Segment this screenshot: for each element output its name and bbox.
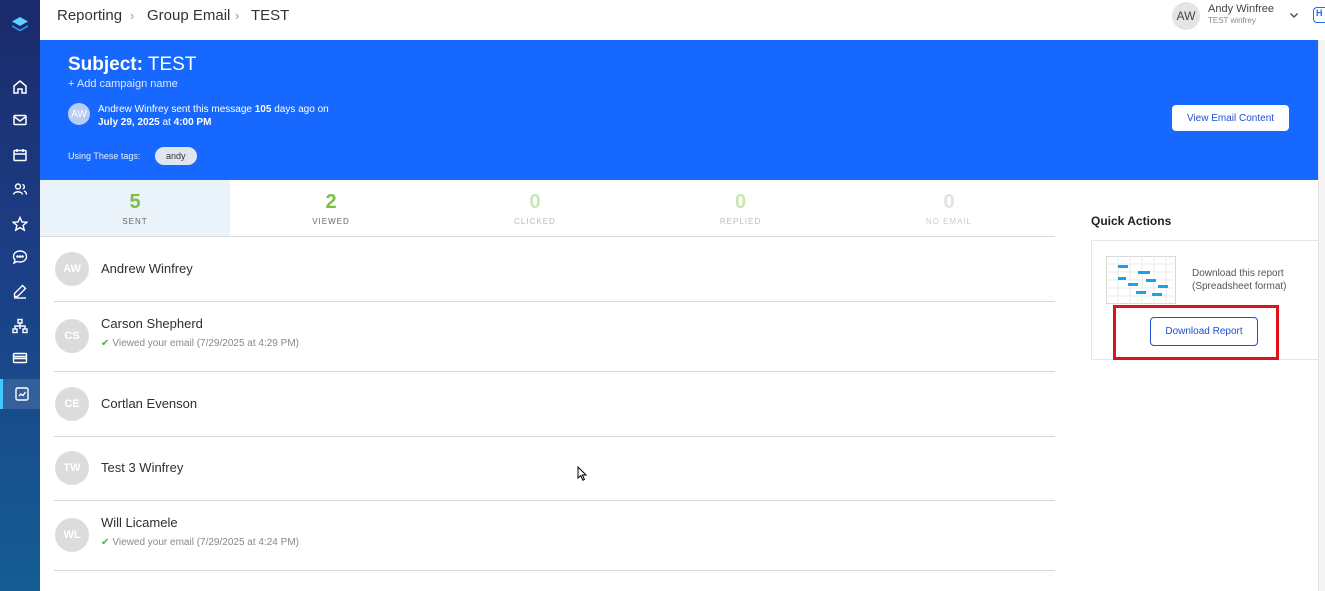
- calendar-icon[interactable]: [10, 145, 30, 165]
- sender-days: 105: [254, 104, 272, 115]
- stat-label: SENT: [122, 217, 148, 226]
- stat-label: VIEWED: [312, 217, 350, 226]
- subject-value: TEST: [147, 54, 197, 75]
- card-icon[interactable]: [10, 348, 30, 368]
- mouse-cursor-icon: [577, 465, 588, 487]
- tab-clicked[interactable]: 0 CLICKED: [432, 180, 638, 236]
- sender-avatar: AW: [68, 103, 90, 125]
- avatar: CS: [55, 319, 89, 353]
- recipient-name: Cortlan Evenson: [101, 396, 198, 411]
- tab-viewed[interactable]: 2 VIEWED: [230, 180, 432, 236]
- stat-value: 0: [734, 191, 747, 213]
- viewed-status: ✔ Viewed your email (7/29/2025 at 4:29 PM…: [101, 338, 299, 349]
- sender-text-post: days ago on: [271, 104, 329, 115]
- tag-pill[interactable]: andy: [155, 147, 197, 165]
- mail-icon[interactable]: [10, 110, 30, 130]
- chat-icon[interactable]: [10, 247, 30, 267]
- viewed-text: Viewed your email (7/29/2025 at 4:29 PM): [112, 338, 299, 349]
- highlight-box: [1113, 305, 1279, 360]
- chevron-down-icon[interactable]: [1288, 8, 1300, 26]
- stat-value: 5: [129, 191, 141, 213]
- recipient-name: Carson Shepherd: [101, 316, 203, 331]
- tags-label: Using These tags:: [68, 151, 141, 161]
- stats-tabs: 5 SENT 2 VIEWED 0 CLICKED 0 REPLIED 0 NO…: [40, 180, 1055, 237]
- recipient-name: Andrew Winfrey: [101, 261, 193, 276]
- sent-date: July 29, 2025: [98, 117, 160, 128]
- sitemap-icon[interactable]: [10, 316, 30, 336]
- sender-text: Andrew Winfrey sent this message: [98, 104, 255, 115]
- list-item[interactable]: CE Cortlan Evenson: [54, 372, 1055, 437]
- chevron-right-icon: ›: [235, 8, 240, 23]
- subject-label: Subject:: [68, 54, 143, 75]
- viewed-status: ✔ Viewed your email (7/29/2025 at 4:24 PM…: [101, 537, 299, 548]
- breadcrumb-reporting[interactable]: Reporting: [57, 7, 122, 24]
- download-description: Download this report (Spreadsheet format…: [1192, 267, 1287, 293]
- home-icon[interactable]: [10, 77, 30, 97]
- sent-time: 4:00 PM: [173, 117, 212, 128]
- recipient-name: Test 3 Winfrey: [101, 460, 184, 475]
- list-item[interactable]: WL Will Licamele ✔ Viewed your email (7/2…: [54, 501, 1055, 571]
- download-line1: Download this report: [1192, 268, 1284, 279]
- viewed-text: Viewed your email (7/29/2025 at 4:24 PM): [112, 537, 299, 548]
- subject-heading: Subject: TEST: [68, 54, 196, 76]
- scrollbar[interactable]: [1318, 40, 1325, 591]
- recipient-name: Will Licamele: [101, 515, 178, 530]
- view-email-content-button[interactable]: View Email Content: [1172, 105, 1289, 131]
- stat-value: 2: [325, 191, 337, 213]
- tab-replied[interactable]: 0 REPLIED: [638, 180, 843, 236]
- edit-icon[interactable]: [10, 281, 30, 301]
- reports-icon[interactable]: [0, 379, 40, 409]
- spreadsheet-icon: [1106, 256, 1176, 304]
- download-line2: (Spreadsheet format): [1192, 281, 1287, 292]
- user-avatar[interactable]: AW: [1172, 2, 1200, 30]
- stat-value: 0: [529, 191, 541, 213]
- check-icon: ✔: [101, 338, 110, 349]
- stat-label: CLICKED: [514, 217, 556, 226]
- chevron-right-icon: ›: [130, 8, 135, 23]
- sender-info: Andrew Winfrey sent this message 105 day…: [98, 104, 329, 115]
- user-account: TEST winfrey: [1208, 16, 1256, 25]
- user-name[interactable]: Andy Winfree: [1208, 3, 1274, 15]
- help-button[interactable]: H: [1313, 7, 1325, 23]
- stat-label: NO EMAIL: [925, 217, 973, 226]
- stat-value: 0: [943, 191, 955, 213]
- check-icon: ✔: [101, 537, 110, 548]
- stat-label: REPLIED: [719, 217, 762, 226]
- add-campaign-link[interactable]: + Add campaign name: [68, 78, 178, 90]
- avatar: TW: [55, 451, 89, 485]
- sent-at: at: [159, 117, 174, 128]
- top-bar: Reporting › Group Email › TEST AW Andy W…: [40, 0, 1325, 40]
- quick-actions-title: Quick Actions: [1091, 214, 1172, 228]
- list-item[interactable]: CS Carson Shepherd ✔ Viewed your email (7…: [54, 302, 1055, 372]
- avatar: AW: [55, 252, 89, 286]
- avatar: WL: [55, 518, 89, 552]
- tab-sent[interactable]: 5 SENT: [40, 180, 230, 236]
- sidebar: [0, 0, 40, 591]
- avatar: CE: [55, 387, 89, 421]
- app-logo[interactable]: [11, 16, 29, 34]
- sent-datetime: July 29, 2025 at 4:00 PM: [98, 117, 211, 128]
- email-summary-banner: Subject: TEST + Add campaign name AW And…: [40, 40, 1318, 180]
- list-item[interactable]: AW Andrew Winfrey: [54, 237, 1055, 302]
- contacts-icon[interactable]: [10, 179, 30, 199]
- breadcrumb-current: TEST: [251, 7, 290, 24]
- breadcrumb-group-email[interactable]: Group Email: [147, 7, 230, 24]
- tab-no-email[interactable]: 0 NO EMAIL: [843, 180, 1055, 236]
- list-item[interactable]: TW Test 3 Winfrey: [54, 437, 1055, 501]
- star-icon[interactable]: [10, 214, 30, 234]
